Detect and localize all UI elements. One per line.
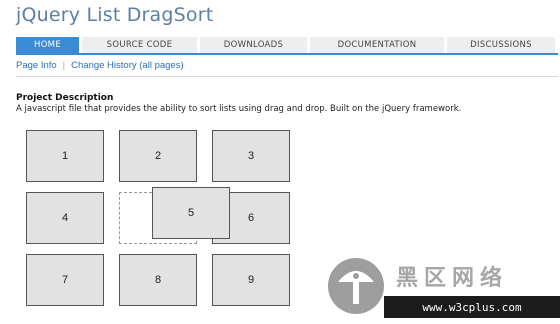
page-info-link[interactable]: Page Info <box>16 60 57 71</box>
sortable-item-3[interactable]: 3 <box>212 130 290 182</box>
tab-source-code[interactable]: SOURCE CODE <box>82 37 200 53</box>
sub-navigation: Page Info | Change History (all pages) <box>16 60 184 71</box>
sortable-item-9[interactable]: 9 <box>212 254 290 306</box>
watermark-url: www.w3cplus.com <box>384 296 560 318</box>
main-tab-bar: HOME SOURCE CODE DOWNLOADS DOCUMENTATION… <box>16 37 558 55</box>
watermark-logo-icon <box>328 258 384 314</box>
change-history-link[interactable]: Change History (all pages) <box>71 60 183 71</box>
sortable-item-8[interactable]: 8 <box>119 254 197 306</box>
tab-discussions[interactable]: DISCUSSIONS <box>447 37 555 53</box>
project-description-text: A javascript file that provides the abil… <box>16 104 462 114</box>
sortable-item-7[interactable]: 7 <box>26 254 104 306</box>
tab-home[interactable]: HOME <box>16 37 82 53</box>
tab-documentation[interactable]: DOCUMENTATION <box>310 37 447 53</box>
header-divider <box>16 76 558 77</box>
subnav-separator: | <box>62 60 66 71</box>
watermark-text: 黑区网络 <box>396 266 509 291</box>
page-title: jQuery List DragSort <box>16 4 214 26</box>
watermark: 黑区网络 www.w3cplus.com <box>326 252 560 324</box>
sortable-item-4[interactable]: 4 <box>26 192 104 244</box>
sortable-item-1[interactable]: 1 <box>26 130 104 182</box>
sortable-item-2[interactable]: 2 <box>119 130 197 182</box>
project-description-heading: Project Description <box>16 93 114 103</box>
tab-downloads[interactable]: DOWNLOADS <box>200 37 310 53</box>
dragged-item-5[interactable]: 5 <box>152 187 230 239</box>
